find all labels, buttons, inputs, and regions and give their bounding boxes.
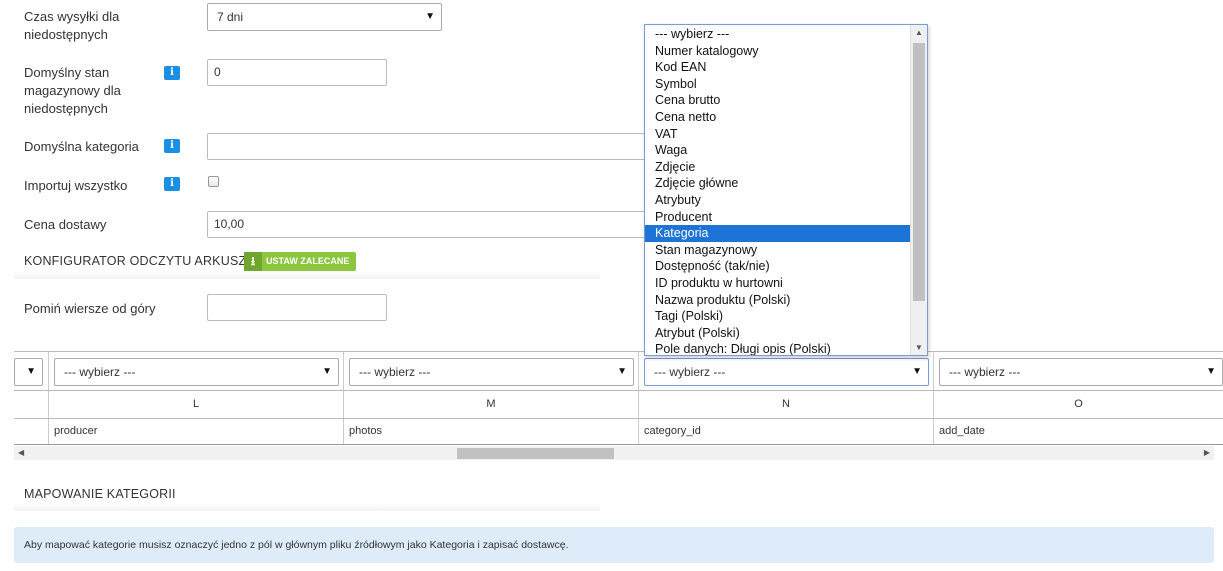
column-options-dropdown[interactable]: Pole danych: Długi opis (Polski) Atrybut …	[644, 24, 928, 356]
default-category-input[interactable]	[207, 133, 647, 160]
section-divider	[14, 503, 600, 511]
set-recommended-button[interactable]: ⭳ USTAW ZALECANE	[244, 252, 356, 271]
column-select[interactable]: --- wybierz --- ▼	[939, 358, 1223, 386]
column-letter	[14, 391, 49, 418]
info-icon[interactable]: i	[164, 177, 180, 191]
column-select[interactable]: ▼	[14, 358, 43, 386]
column-letter-row: L M N O	[14, 391, 1223, 419]
dropdown-scrollbar[interactable]: ▲ ▼	[910, 25, 927, 355]
skip-rows-input[interactable]	[207, 294, 387, 321]
column-letter: L	[49, 391, 344, 418]
column-value-row: producer photos category_id add_date	[14, 419, 1223, 445]
column-select-cell: --- wybierz --- ▼	[639, 352, 934, 390]
default-category-label: Domyślna kategoria	[24, 139, 139, 154]
column-value	[14, 419, 49, 444]
dropdown-option[interactable]: Dostępność (tak/nie)	[645, 258, 911, 275]
dropdown-option[interactable]: Atrybut (Polski)	[645, 325, 911, 342]
dropdown-option[interactable]: Pole danych: Długi opis (Polski)	[645, 341, 911, 355]
set-recommended-label: USTAW ZALECANE	[266, 256, 350, 266]
download-icon: ⭳	[244, 252, 262, 271]
dropdown-option[interactable]: Kod EAN	[645, 59, 911, 76]
dropdown-option[interactable]: Numer katalogowy	[645, 43, 911, 60]
dropdown-scroll-thumb[interactable]	[913, 43, 925, 301]
dropdown-option[interactable]: Producent	[645, 209, 911, 226]
dropdown-option[interactable]: ID produktu w hurtowni	[645, 275, 911, 292]
delivery-price-label: Cena dostawy	[24, 217, 107, 232]
delivery-price-input[interactable]: 10,00	[207, 211, 647, 238]
import-all-label: Importuj wszystko	[24, 178, 128, 193]
scroll-right-arrow-icon[interactable]: ▶	[1204, 446, 1210, 460]
shipping-unavailable-label: Czas wysyłki dla niedostępnych	[24, 9, 120, 42]
shipping-unavailable-value: 7 dni	[217, 10, 244, 24]
info-icon[interactable]: i	[164, 139, 180, 153]
column-select-row: ▼ --- wybierz --- ▼ --- wybierz --- ▼ --- …	[14, 351, 1223, 391]
chevron-down-icon: ▼	[322, 366, 332, 377]
dropdown-option[interactable]: --- wybierz ---	[645, 26, 911, 43]
column-value: add_date	[939, 425, 985, 437]
chevron-down-icon: ▼	[26, 366, 36, 377]
dropdown-option[interactable]: Nazwa produktu (Polski)	[645, 292, 911, 309]
shipping-unavailable-select[interactable]: 7 dni ▼	[207, 3, 442, 31]
column-select-cell: --- wybierz --- ▼	[49, 352, 344, 390]
skip-rows-label: Pomiń wiersze od góry	[24, 301, 156, 316]
section-divider	[14, 271, 600, 279]
dropdown-option[interactable]: Tagi (Polski)	[645, 308, 911, 325]
import-all-checkbox[interactable]	[208, 176, 219, 187]
dropdown-option[interactable]: Atrybuty	[645, 192, 911, 209]
column-value: category_id	[639, 419, 934, 444]
dropdown-option[interactable]: Cena brutto	[645, 92, 911, 109]
column-value: producer	[49, 419, 344, 444]
column-letter: M	[344, 391, 639, 418]
chevron-down-icon: ▼	[617, 366, 627, 377]
dropdown-option[interactable]: Kategoria	[645, 225, 911, 242]
chevron-down-icon: ▼	[1206, 366, 1216, 377]
scroll-thumb[interactable]	[457, 448, 614, 459]
column-letter: O	[1074, 398, 1083, 410]
column-value: photos	[344, 419, 639, 444]
column-select-cell: --- wybierz --- ▼	[934, 352, 1223, 390]
column-letter: N	[639, 391, 934, 418]
sheet-config-title: KONFIGURATOR ODCZYTU ARKUSZA	[24, 254, 255, 268]
dropdown-option[interactable]: Cena netto	[645, 109, 911, 126]
dropdown-option[interactable]: VAT	[645, 126, 911, 143]
column-select-cell: --- wybierz --- ▼	[344, 352, 639, 390]
column-select[interactable]: --- wybierz --- ▼	[54, 358, 339, 386]
category-mapping-title: MAPOWANIE KATEGORII	[24, 487, 176, 501]
scroll-up-arrow-icon[interactable]: ▲	[915, 28, 923, 37]
default-stock-label: Domyślny stan magazynowy dla niedostępny…	[24, 65, 121, 116]
default-stock-input[interactable]: 0	[207, 59, 387, 86]
dropdown-option[interactable]: Zdjęcie główne	[645, 175, 911, 192]
column-select-open[interactable]: --- wybierz --- ▼	[644, 358, 929, 386]
scroll-down-arrow-icon[interactable]: ▼	[915, 343, 923, 352]
chevron-down-icon: ▼	[425, 11, 435, 22]
chevron-down-icon: ▼	[912, 366, 922, 377]
column-select-cell: ▼	[14, 352, 49, 390]
horizontal-scrollbar[interactable]: ◀ ▶	[14, 446, 1214, 460]
dropdown-option[interactable]: Zdjęcie	[645, 159, 911, 176]
dropdown-option[interactable]: Waga	[645, 142, 911, 159]
dropdown-option[interactable]: Symbol	[645, 76, 911, 93]
column-select[interactable]: --- wybierz --- ▼	[349, 358, 634, 386]
category-mapping-alert: Aby mapować kategorie musisz oznaczyć je…	[14, 527, 1214, 563]
dropdown-option[interactable]: Stan magazynowy	[645, 242, 911, 259]
scroll-left-arrow-icon[interactable]: ◀	[18, 446, 24, 460]
info-icon[interactable]: i	[164, 66, 180, 80]
